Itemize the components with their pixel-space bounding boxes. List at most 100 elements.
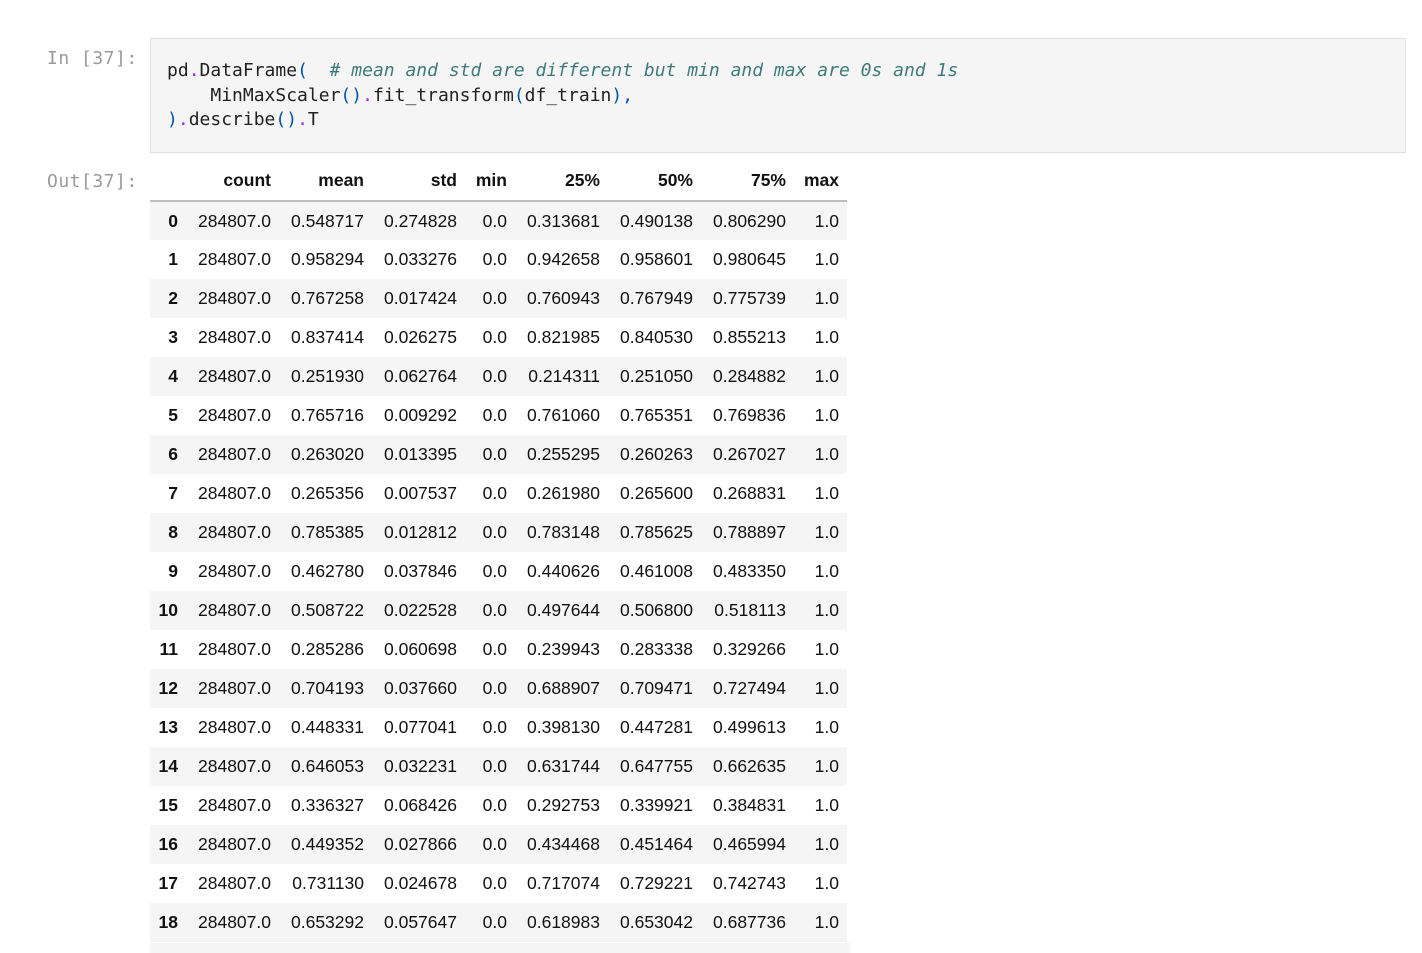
table-cell: 0.032231 xyxy=(384,756,457,776)
table-cell: 0.783148 xyxy=(527,522,600,542)
table-cell: 0.033276 xyxy=(384,249,457,269)
table-cell: 1.0 xyxy=(814,639,839,659)
code-text[interactable]: pd.DataFrame( # mean and std are differe… xyxy=(167,59,958,133)
code-editor[interactable]: pd.DataFrame( # mean and std are differe… xyxy=(150,38,1406,153)
table-cell: 284807.0 xyxy=(198,756,271,776)
table-cell: 0.274828 xyxy=(384,210,457,231)
table-cell: 0.767949 xyxy=(620,288,693,308)
table-cell: 0.0 xyxy=(482,327,507,347)
table-cell: 0.775739 xyxy=(713,288,786,308)
table-cell: 0.497644 xyxy=(527,600,600,620)
table-row: 2 284807.0 0.767258 0.017424 0.0 0.760943 0.76… xyxy=(150,279,847,318)
table-cell: 0.646053 xyxy=(291,756,364,776)
table-cell: 0.506800 xyxy=(620,600,693,620)
table-cell: 0.060698 xyxy=(384,639,457,659)
table-row: 17 284807.0 0.731130 0.024678 0.0 0.717074 0.7… xyxy=(150,864,847,903)
table-cell: 0.855213 xyxy=(713,327,786,347)
table-cell: 284807.0 xyxy=(198,678,271,698)
code-token: DataFrame xyxy=(199,60,298,81)
row-index: 11 xyxy=(159,639,179,659)
table-cell: 0.761060 xyxy=(527,405,600,425)
table-row: 18 284807.0 0.653292 0.057647 0.0 0.618983 0.6… xyxy=(150,903,847,942)
table-cell: 0.765351 xyxy=(620,405,693,425)
table-cell: 0.447281 xyxy=(620,717,693,737)
table-cell: 0.837414 xyxy=(291,327,364,347)
code-token: describe xyxy=(188,109,276,130)
row-index: 7 xyxy=(168,483,178,503)
table-cell: 0.0 xyxy=(482,288,507,308)
table-cell: 0.742743 xyxy=(713,873,786,893)
dataframe-output: count mean std min 25% 50% 75% max 0 284807.0 0.5… xyxy=(150,160,847,942)
table-cell: 0.760943 xyxy=(527,288,600,308)
table-cell: 284807.0 xyxy=(198,366,271,386)
row-index: 15 xyxy=(158,795,178,815)
row-index: 12 xyxy=(158,678,178,698)
row-index: 17 xyxy=(158,873,178,893)
table-cell: 0.284882 xyxy=(713,366,786,386)
table-cell: 284807.0 xyxy=(198,834,271,854)
table-cell: 0.483350 xyxy=(713,561,786,581)
code-token: . xyxy=(177,109,189,130)
row-index: 5 xyxy=(168,405,178,425)
table-body: 0 284807.0 0.548717 0.274828 0.0 0.313681 0.49… xyxy=(150,201,847,942)
table-cell: 0.731130 xyxy=(292,873,364,893)
table-cell: 0.765716 xyxy=(291,405,364,425)
table-cell: 284807.0 xyxy=(198,405,271,425)
column-header: 75% xyxy=(693,160,786,202)
table-cell: 0.729221 xyxy=(620,873,693,893)
code-token: T xyxy=(307,109,319,130)
table-cell: 0.398130 xyxy=(527,717,600,737)
table-cell: 0.767258 xyxy=(291,288,364,308)
table-cell: 0.027866 xyxy=(384,834,457,854)
row-index: 18 xyxy=(158,912,178,932)
table-header-row: count mean std min 25% 50% 75% max xyxy=(150,160,847,202)
table-cell: 0.024678 xyxy=(384,873,457,893)
table-cell: 0.239943 xyxy=(527,639,600,659)
table-cell: 1.0 xyxy=(814,600,839,620)
table-cell: 0.840530 xyxy=(620,327,693,347)
table-row: 9 284807.0 0.462780 0.037846 0.0 0.440626 0.46… xyxy=(150,552,847,591)
table-cell: 0.980645 xyxy=(713,249,786,269)
column-header: 50% xyxy=(600,160,693,202)
table-cell: 0.785625 xyxy=(620,522,693,542)
table-row: 3 284807.0 0.837414 0.026275 0.0 0.821985 0.84… xyxy=(150,318,847,357)
table-cell: 1.0 xyxy=(814,327,839,347)
table-cell: 0.440626 xyxy=(527,561,600,581)
table-cell: 284807.0 xyxy=(198,600,271,620)
table-row: 14 284807.0 0.646053 0.032231 0.0 0.631744 0.6… xyxy=(150,747,847,786)
table-cell: 0.037660 xyxy=(384,678,457,698)
table-row: 5 284807.0 0.765716 0.009292 0.0 0.761060 0.76… xyxy=(150,396,847,435)
table-cell: 1.0 xyxy=(814,249,839,269)
table-cell: 284807.0 xyxy=(198,561,271,581)
code-token: () xyxy=(340,84,363,106)
table-cell: 0.727494 xyxy=(713,678,786,698)
table-cell: 0.461008 xyxy=(620,561,693,581)
table-cell: 0.0 xyxy=(482,678,507,698)
row-index: 3 xyxy=(168,327,178,347)
index-header xyxy=(150,160,178,202)
row-index: 13 xyxy=(158,717,178,737)
describe-table: count mean std min 25% 50% 75% max 0 284807.0 0.5… xyxy=(150,160,847,942)
table-cell: 0.717074 xyxy=(527,873,600,893)
table-cell: 0.007537 xyxy=(384,483,457,503)
code-comment: # mean and std are different but min and… xyxy=(329,60,959,81)
table-cell: 0.788897 xyxy=(713,522,786,542)
column-header: 25% xyxy=(507,160,600,202)
table-row: 12 284807.0 0.704193 0.037660 0.0 0.688907 0.7… xyxy=(150,669,847,708)
table-cell: 0.062764 xyxy=(384,366,457,386)
table-cell: 0.448331 xyxy=(291,717,364,737)
code-token: . xyxy=(297,109,308,130)
table-cell: 0.0 xyxy=(482,405,507,425)
table-cell: 0.037846 xyxy=(384,561,457,581)
table-cell: 0.009292 xyxy=(384,405,457,425)
table-cell: 0.251930 xyxy=(291,366,364,386)
table-cell: 0.0 xyxy=(482,600,507,620)
table-cell: 0.265600 xyxy=(620,483,693,503)
table-cell: 1.0 xyxy=(814,561,839,581)
table-cell: 0.769836 xyxy=(713,405,786,425)
table-cell: 284807.0 xyxy=(198,210,271,231)
table-cell: 0.508722 xyxy=(291,600,364,620)
code-token: ), xyxy=(611,84,634,106)
row-index: 6 xyxy=(168,444,178,464)
table-row: 8 284807.0 0.785385 0.012812 0.0 0.783148 0.78… xyxy=(150,513,847,552)
